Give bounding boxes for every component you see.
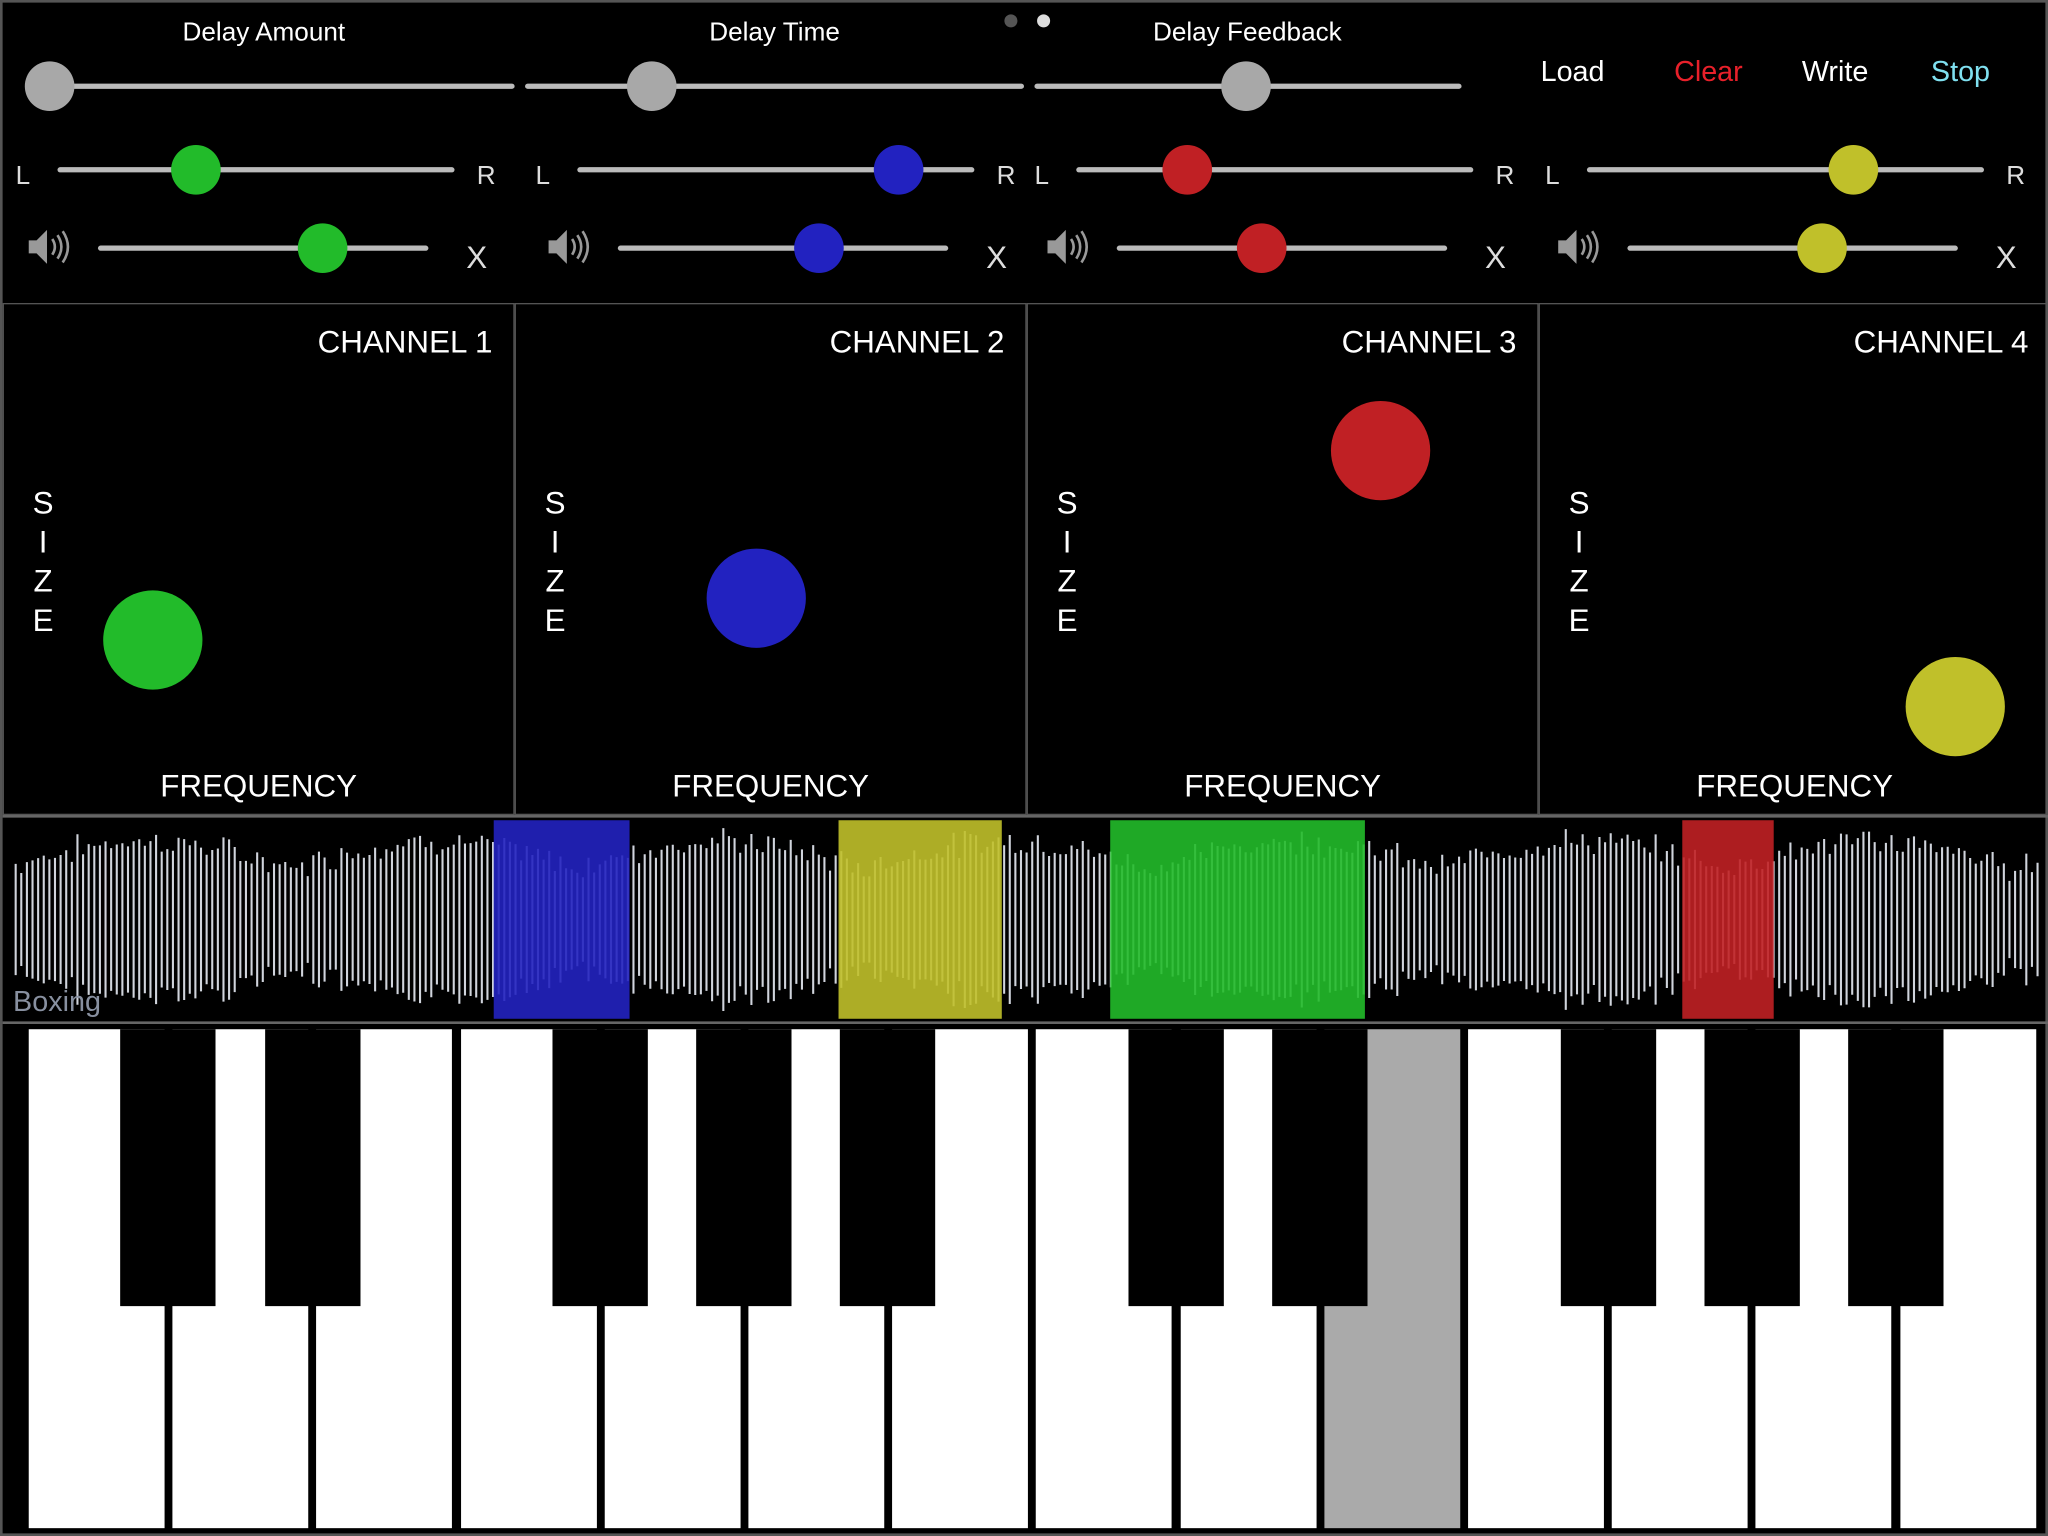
piano-black-key[interactable] [265, 1029, 361, 1307]
piano-black-key[interactable] [839, 1029, 936, 1307]
channel-title: CHANNEL 4 [1853, 325, 2029, 361]
delay-slider-knob[interactable] [626, 61, 676, 112]
channel-title: CHANNEL 2 [829, 325, 1005, 361]
mute-button[interactable]: X [466, 240, 487, 277]
size-letter: E [1056, 603, 1078, 639]
xy-pad-channel-1[interactable]: CHANNEL 1 S I Z E FREQUENCY [2, 303, 515, 816]
frequency-axis-label: FREQUENCY [672, 769, 870, 805]
size-letter: S [544, 485, 566, 522]
waveform-view[interactable]: Boxing [2, 815, 2048, 1024]
xy-pad-channel-2[interactable]: CHANNEL 2 S I Z E FREQUENCY [514, 303, 1027, 816]
channel-title: CHANNEL 3 [1341, 325, 1517, 361]
size-axis-label: SIZE [30, 485, 56, 642]
size-letter: I [1574, 525, 1584, 561]
xy-pad-channel-3[interactable]: CHANNEL 3 S I Z E FREQUENCY [1026, 303, 1539, 816]
channel-position-dot[interactable] [1331, 400, 1431, 500]
pan-slider-knob[interactable] [171, 144, 222, 195]
waveform-region-channel-1[interactable] [1110, 820, 1365, 1019]
volume-slider-knob[interactable] [1797, 223, 1848, 273]
size-letter: S [1568, 485, 1590, 522]
speaker-icon [1045, 227, 1089, 266]
pan-right-label: R [2006, 161, 2026, 191]
page-dot[interactable] [1037, 14, 1051, 28]
piano-black-key[interactable] [1128, 1029, 1224, 1307]
pan-slider-knob[interactable] [1162, 144, 1213, 195]
pan-left-label: L [15, 161, 31, 191]
size-letter: I [38, 525, 48, 561]
volume-slider-knob[interactable] [794, 223, 845, 273]
piano-black-key[interactable] [1560, 1029, 1657, 1307]
size-letter: S [32, 485, 54, 522]
pan-slider-track[interactable] [1076, 167, 1474, 173]
size-letter: E [1568, 603, 1590, 639]
pan-right-label: R [996, 161, 1016, 191]
pan-left-label: L [1034, 161, 1049, 191]
page-dot[interactable] [1004, 14, 1018, 28]
waveform-region-channel-2[interactable] [494, 820, 630, 1019]
volume-slider-knob[interactable] [1237, 223, 1287, 273]
size-letter: E [544, 603, 566, 639]
write-button[interactable]: Write [1802, 55, 1869, 89]
stop-button[interactable]: Stop [1931, 55, 1990, 89]
delay-slider-knob[interactable] [24, 61, 75, 112]
pan-left-label: L [535, 161, 551, 191]
size-axis-label: SIZE [1054, 485, 1080, 642]
pan-right-label: R [476, 161, 496, 191]
channel-title: CHANNEL 1 [317, 325, 493, 361]
pan-slider-knob[interactable] [874, 144, 924, 195]
piano-black-key[interactable] [1848, 1029, 1944, 1307]
pan-slider-knob[interactable] [1828, 144, 1878, 195]
frequency-axis-label: FREQUENCY [1696, 769, 1894, 805]
load-button[interactable]: Load [1541, 55, 1605, 89]
channel-position-dot[interactable] [102, 590, 203, 690]
size-axis-label: SIZE [542, 485, 568, 642]
piano-black-key[interactable] [1704, 1029, 1800, 1307]
speaker-icon [1556, 227, 1600, 266]
volume-slider-track[interactable] [1627, 245, 1958, 251]
size-letter: E [32, 603, 54, 639]
xy-pad-channel-4[interactable]: CHANNEL 4 S I Z E FREQUENCY [1538, 303, 2048, 816]
mute-button[interactable]: X [1485, 240, 1506, 277]
volume-slider-track[interactable] [97, 245, 429, 251]
delay-slider-label: Delay Feedback [1152, 18, 1342, 48]
delay-slider-track[interactable] [61, 83, 515, 89]
size-letter: Z [1057, 564, 1077, 600]
size-letter: Z [33, 564, 53, 600]
pan-left-label: L [1545, 161, 1560, 191]
mute-button[interactable]: X [986, 240, 1007, 277]
pan-slider-track[interactable] [57, 167, 455, 173]
frequency-axis-label: FREQUENCY [160, 769, 358, 805]
speaker-icon [546, 227, 590, 266]
size-letter: I [1062, 525, 1072, 561]
speaker-icon [26, 227, 70, 266]
delay-slider-knob[interactable] [1221, 61, 1272, 112]
clear-button[interactable]: Clear [1674, 55, 1743, 89]
delay-slider-label: Delay Amount [182, 18, 346, 48]
size-letter: I [550, 525, 560, 561]
pan-slider-track[interactable] [1586, 167, 1984, 173]
piano-black-key[interactable] [696, 1029, 792, 1307]
frequency-axis-label: FREQUENCY [1184, 769, 1382, 805]
volume-slider-knob[interactable] [297, 223, 348, 273]
mute-button[interactable]: X [1996, 240, 2017, 277]
channel-position-dot[interactable] [1904, 656, 2005, 756]
volume-slider-track[interactable] [617, 245, 949, 251]
piano-black-key[interactable] [120, 1029, 216, 1307]
size-letter: Z [545, 564, 565, 600]
pan-right-label: R [1495, 161, 1515, 191]
size-letter: Z [1569, 564, 1589, 600]
waveform-region-channel-4[interactable] [838, 820, 1003, 1019]
size-letter: S [1056, 485, 1078, 522]
sample-name-label: Boxing [13, 984, 101, 1018]
piano-black-key[interactable] [1272, 1029, 1368, 1307]
waveform-region-channel-3[interactable] [1681, 820, 1775, 1019]
channel-position-dot[interactable] [706, 549, 807, 649]
delay-slider-track[interactable] [525, 83, 1024, 89]
size-axis-label: SIZE [1566, 485, 1592, 642]
app-screen: Load Clear Write Stop Boxing Delay Amoun… [0, 0, 2048, 1536]
delay-slider-label: Delay Time [709, 18, 840, 48]
piano-black-key[interactable] [552, 1029, 648, 1307]
